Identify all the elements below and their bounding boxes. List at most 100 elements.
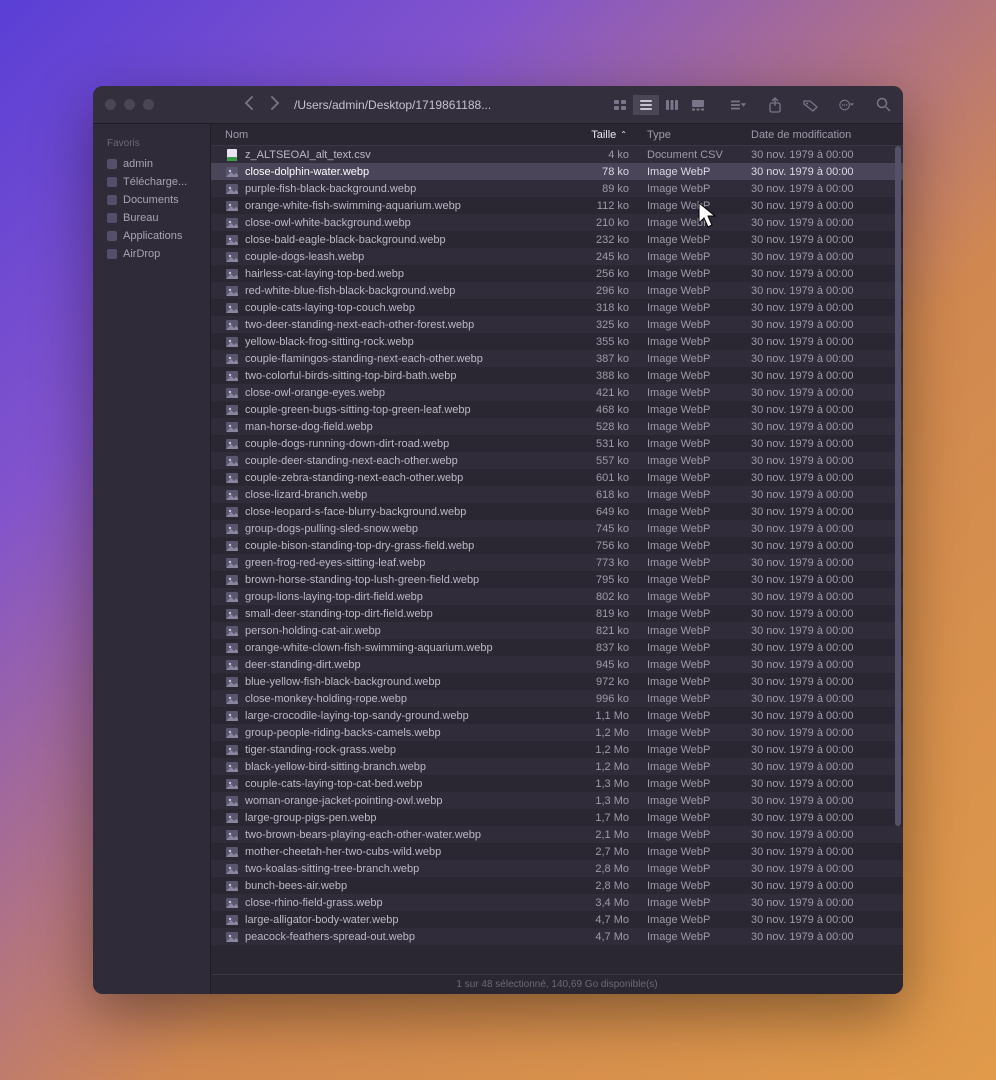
- column-header-type[interactable]: Type: [647, 129, 751, 141]
- sidebar-item[interactable]: AirDrop: [93, 245, 210, 263]
- file-row[interactable]: yellow-black-frog-sitting-rock.webp355 k…: [211, 333, 903, 350]
- file-row[interactable]: two-brown-bears-playing-each-other-water…: [211, 826, 903, 843]
- file-row[interactable]: hairless-cat-laying-top-bed.webp256 koIm…: [211, 265, 903, 282]
- image-file-icon: [225, 438, 239, 450]
- search-button[interactable]: [875, 98, 891, 112]
- path-display[interactable]: /Users/admin/Desktop/1719861188...: [294, 98, 491, 112]
- file-row[interactable]: large-alligator-body-water.webp4,7 MoIma…: [211, 911, 903, 928]
- file-row[interactable]: blue-yellow-fish-black-background.webp97…: [211, 673, 903, 690]
- column-header-date[interactable]: Date de modification: [751, 129, 903, 141]
- file-type: Image WebP: [647, 608, 751, 620]
- file-row[interactable]: large-group-pigs-pen.webp1,7 MoImage Web…: [211, 809, 903, 826]
- file-type: Image WebP: [647, 319, 751, 331]
- back-button[interactable]: [244, 96, 253, 113]
- icon-view-button[interactable]: [607, 95, 633, 115]
- file-row[interactable]: couple-green-bugs-sitting-top-green-leaf…: [211, 401, 903, 418]
- file-row[interactable]: couple-zebra-standing-next-each-other.we…: [211, 469, 903, 486]
- file-type: Image WebP: [647, 421, 751, 433]
- file-row[interactable]: couple-cats-laying-top-cat-bed.webp1,3 M…: [211, 775, 903, 792]
- file-row[interactable]: z_ALTSEOAI_alt_text.csv4 koDocument CSV3…: [211, 146, 903, 163]
- file-size: 649 ko: [569, 506, 647, 518]
- gallery-view-button[interactable]: [685, 95, 711, 115]
- file-name: close-monkey-holding-rope.webp: [245, 693, 569, 705]
- file-type: Image WebP: [647, 863, 751, 875]
- file-size: 296 ko: [569, 285, 647, 297]
- file-row[interactable]: purple-fish-black-background.webp89 koIm…: [211, 180, 903, 197]
- file-row[interactable]: two-colorful-birds-sitting-top-bird-bath…: [211, 367, 903, 384]
- file-row[interactable]: two-deer-standing-next-each-other-forest…: [211, 316, 903, 333]
- file-row[interactable]: couple-flamingos-standing-next-each-othe…: [211, 350, 903, 367]
- file-row[interactable]: green-frog-red-eyes-sitting-leaf.webp773…: [211, 554, 903, 571]
- file-row[interactable]: group-dogs-pulling-sled-snow.webp745 koI…: [211, 520, 903, 537]
- file-row[interactable]: group-lions-laying-top-dirt-field.webp80…: [211, 588, 903, 605]
- file-date: 30 nov. 1979 à 00:00: [751, 931, 903, 943]
- file-row[interactable]: brown-horse-standing-top-lush-green-fiel…: [211, 571, 903, 588]
- file-row[interactable]: close-leopard-s-face-blurry-background.w…: [211, 503, 903, 520]
- minimize-window-button[interactable]: [124, 99, 135, 110]
- sidebar-item-label: Documents: [123, 194, 179, 206]
- file-name: close-leopard-s-face-blurry-background.w…: [245, 506, 569, 518]
- sidebar-item-icon: [107, 231, 117, 241]
- file-row[interactable]: small-deer-standing-top-dirt-field.webp8…: [211, 605, 903, 622]
- file-row[interactable]: tiger-standing-rock-grass.webp1,2 MoImag…: [211, 741, 903, 758]
- file-row[interactable]: black-yellow-bird-sitting-branch.webp1,2…: [211, 758, 903, 775]
- file-row[interactable]: close-bald-eagle-black-background.webp23…: [211, 231, 903, 248]
- file-row[interactable]: group-people-riding-backs-camels.webp1,2…: [211, 724, 903, 741]
- window-body: Favoris adminTélécharge...DocumentsBurea…: [93, 124, 903, 994]
- file-row[interactable]: couple-dogs-running-down-dirt-road.webp5…: [211, 435, 903, 452]
- share-button[interactable]: [767, 98, 783, 112]
- file-row[interactable]: close-owl-white-background.webp210 koIma…: [211, 214, 903, 231]
- list-view-button[interactable]: [633, 95, 659, 115]
- file-row[interactable]: red-white-blue-fish-black-background.web…: [211, 282, 903, 299]
- file-type: Image WebP: [647, 506, 751, 518]
- file-row[interactable]: bunch-bees-air.webp2,8 MoImage WebP30 no…: [211, 877, 903, 894]
- file-row[interactable]: deer-standing-dirt.webp945 koImage WebP3…: [211, 656, 903, 673]
- csv-file-icon: [225, 149, 239, 161]
- file-row[interactable]: person-holding-cat-air.webp821 koImage W…: [211, 622, 903, 639]
- file-row[interactable]: orange-white-clown-fish-swimming-aquariu…: [211, 639, 903, 656]
- file-row[interactable]: close-lizard-branch.webp618 koImage WebP…: [211, 486, 903, 503]
- column-view-button[interactable]: [659, 95, 685, 115]
- column-header-name[interactable]: Nom: [225, 129, 569, 141]
- file-date: 30 nov. 1979 à 00:00: [751, 523, 903, 535]
- file-type: Image WebP: [647, 880, 751, 892]
- file-row[interactable]: orange-white-fish-swimming-aquarium.webp…: [211, 197, 903, 214]
- file-date: 30 nov. 1979 à 00:00: [751, 846, 903, 858]
- scrollbar-track[interactable]: [895, 146, 901, 970]
- column-header-size-label: Taille: [591, 129, 616, 141]
- image-file-icon: [225, 217, 239, 229]
- sidebar-item[interactable]: Bureau: [93, 209, 210, 227]
- file-row[interactable]: woman-orange-jacket-pointing-owl.webp1,3…: [211, 792, 903, 809]
- group-by-button[interactable]: [731, 98, 747, 112]
- forward-button[interactable]: [271, 96, 280, 113]
- file-row[interactable]: peacock-feathers-spread-out.webp4,7 MoIm…: [211, 928, 903, 945]
- file-name: couple-green-bugs-sitting-top-green-leaf…: [245, 404, 569, 416]
- scrollbar-thumb[interactable]: [895, 146, 901, 826]
- file-row[interactable]: large-crocodile-laying-top-sandy-ground.…: [211, 707, 903, 724]
- tags-button[interactable]: [803, 98, 819, 112]
- zoom-window-button[interactable]: [143, 99, 154, 110]
- file-row[interactable]: close-rhino-field-grass.webp3,4 MoImage …: [211, 894, 903, 911]
- file-row[interactable]: two-koalas-sitting-tree-branch.webp2,8 M…: [211, 860, 903, 877]
- file-row[interactable]: couple-cats-laying-top-couch.webp318 koI…: [211, 299, 903, 316]
- file-row[interactable]: man-horse-dog-field.webp528 koImage WebP…: [211, 418, 903, 435]
- sidebar-item[interactable]: Télécharge...: [93, 173, 210, 191]
- file-list[interactable]: z_ALTSEOAI_alt_text.csv4 koDocument CSV3…: [211, 146, 903, 974]
- file-row[interactable]: close-dolphin-water.webp78 koImage WebP3…: [211, 163, 903, 180]
- column-header-size[interactable]: Taille ⌃: [569, 129, 647, 141]
- file-row[interactable]: mother-cheetah-her-two-cubs-wild.webp2,7…: [211, 843, 903, 860]
- sidebar-item[interactable]: admin: [93, 155, 210, 173]
- file-row[interactable]: close-monkey-holding-rope.webp996 koImag…: [211, 690, 903, 707]
- file-size: 945 ko: [569, 659, 647, 671]
- sidebar-item[interactable]: Applications: [93, 227, 210, 245]
- sidebar-item[interactable]: Documents: [93, 191, 210, 209]
- file-name: bunch-bees-air.webp: [245, 880, 569, 892]
- file-row[interactable]: couple-bison-standing-top-dry-grass-fiel…: [211, 537, 903, 554]
- file-row[interactable]: couple-dogs-leash.webp245 koImage WebP30…: [211, 248, 903, 265]
- image-file-icon: [225, 591, 239, 603]
- action-button[interactable]: [839, 98, 855, 112]
- file-name: couple-zebra-standing-next-each-other.we…: [245, 472, 569, 484]
- file-row[interactable]: close-owl-orange-eyes.webp421 koImage We…: [211, 384, 903, 401]
- close-window-button[interactable]: [105, 99, 116, 110]
- file-row[interactable]: couple-deer-standing-next-each-other.web…: [211, 452, 903, 469]
